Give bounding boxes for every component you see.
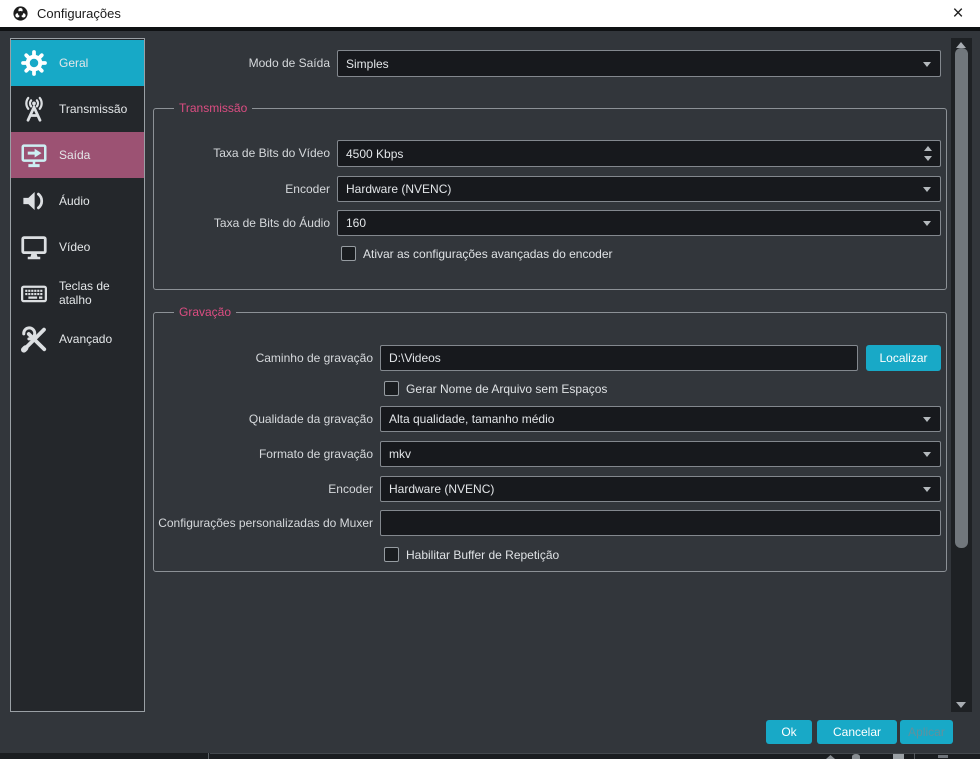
scroll-down-icon[interactable] [956, 702, 966, 708]
muxer-settings-label: Configurações personalizadas do Muxer [158, 510, 373, 536]
muxer-settings-input[interactable] [380, 510, 941, 536]
background-window-divider [914, 753, 915, 759]
recording-path-label: Caminho de gravação [256, 345, 373, 371]
sidebar-item-audio[interactable]: Áudio [11, 178, 144, 224]
sidebar-item-transmissao[interactable]: Transmissão [11, 86, 144, 132]
replay-buffer-checkbox-label: Habilitar Buffer de Repetição [406, 547, 559, 563]
taskbar-icon [938, 755, 948, 758]
broadcast-icon [19, 94, 49, 124]
spin-up-icon[interactable] [924, 146, 932, 151]
background-window-edge [210, 753, 980, 754]
monitor-icon [19, 232, 49, 262]
video-bitrate-label: Taxa de Bits do Vídeo [213, 140, 330, 167]
no-spaces-checkbox-label: Gerar Nome de Arquivo sem Espaços [406, 381, 607, 397]
sidebar-item-label: Vídeo [59, 240, 90, 254]
chevron-down-icon [923, 62, 931, 67]
stream-encoder-select[interactable]: Hardware (NVENC) [337, 176, 941, 202]
no-spaces-checkbox[interactable] [384, 381, 399, 396]
sidebar-item-teclas-de-atalho[interactable]: Teclas de atalho [11, 270, 144, 316]
ok-button[interactable]: Ok [766, 720, 812, 744]
cancel-button[interactable]: Cancelar [817, 720, 897, 744]
settings-nav-list: Geral Transmissão [10, 38, 145, 712]
taskbar-icon [852, 754, 860, 759]
sidebar-item-label: Geral [59, 56, 88, 70]
audio-bitrate-label: Taxa de Bits do Áudio [214, 210, 330, 236]
chevron-down-icon [923, 187, 931, 192]
chevron-down-icon [923, 221, 931, 226]
recording-format-select[interactable]: mkv [380, 441, 941, 467]
sidebar-item-label: Saída [59, 148, 90, 162]
scrollbar[interactable] [951, 38, 972, 712]
chevron-down-icon [923, 417, 931, 422]
background-window-strip [0, 753, 980, 759]
sidebar-item-video[interactable]: Vídeo [11, 224, 144, 270]
sidebar-item-geral[interactable]: Geral [11, 40, 144, 86]
output-mode-select[interactable]: Simples [337, 50, 941, 77]
tools-icon [19, 324, 49, 354]
browse-button[interactable]: Localizar [866, 345, 941, 371]
chevron-down-icon [923, 452, 931, 457]
settings-window: Configurações × Geral [0, 0, 980, 759]
recording-quality-label: Qualidade da gravação [249, 406, 373, 432]
window-title: Configurações [37, 6, 121, 21]
scrollbar-thumb[interactable] [955, 48, 968, 548]
recording-encoder-label: Encoder [328, 476, 373, 502]
close-button[interactable]: × [946, 0, 970, 27]
obs-logo-icon [12, 5, 29, 22]
recording-quality-select[interactable]: Alta qualidade, tamanho médio [380, 406, 941, 432]
audio-bitrate-select[interactable]: 160 [337, 210, 941, 236]
recording-path-input[interactable] [380, 345, 858, 371]
sidebar-item-label: Transmissão [59, 102, 127, 116]
taskbar-icon [893, 754, 904, 759]
video-bitrate-spinbox[interactable]: 4500 Kbps [337, 140, 941, 167]
spin-down-icon[interactable] [924, 156, 932, 161]
sidebar-item-saida[interactable]: Saída [11, 132, 144, 178]
chevron-down-icon [923, 487, 931, 492]
taskbar-icon [826, 755, 835, 759]
sidebar-item-avancado[interactable]: Avançado [11, 316, 144, 362]
advanced-encoder-checkbox[interactable] [341, 246, 356, 261]
recording-format-label: Formato de gravação [259, 441, 373, 467]
output-mode-label: Modo de Saída [249, 50, 330, 77]
keyboard-icon [19, 278, 49, 308]
apply-button[interactable]: Aplicar [900, 720, 953, 744]
recording-group-title: Gravação [174, 305, 236, 319]
stream-encoder-label: Encoder [285, 176, 330, 202]
title-bar[interactable]: Configurações × [0, 0, 980, 27]
recording-encoder-select[interactable]: Hardware (NVENC) [380, 476, 941, 502]
advanced-encoder-checkbox-label: Ativar as configurações avançadas do enc… [363, 246, 613, 262]
sidebar-item-label: Áudio [59, 194, 90, 208]
background-window-divider [208, 753, 209, 759]
streaming-group-title: Transmissão [174, 101, 252, 115]
gear-icon [19, 48, 49, 78]
titlebar-separator [0, 27, 980, 31]
replay-buffer-checkbox[interactable] [384, 547, 399, 562]
sidebar-item-label: Avançado [59, 332, 112, 346]
sidebar-item-label: Teclas de atalho [59, 279, 144, 307]
output-icon [19, 140, 49, 170]
speaker-icon [19, 186, 49, 216]
